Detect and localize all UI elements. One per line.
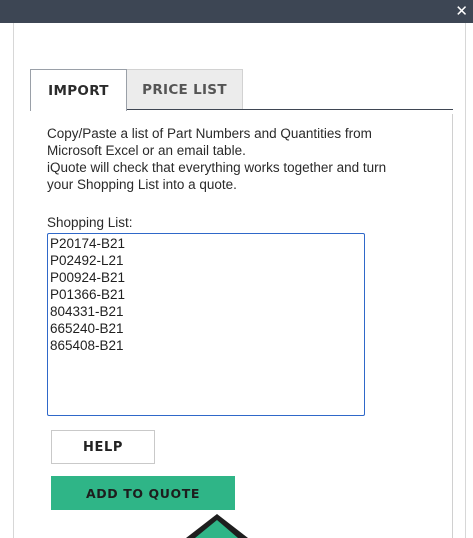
tab-import[interactable]: IMPORT <box>30 69 127 111</box>
instruction-line: your Shopping List into a quote. <box>47 177 237 192</box>
list-item: 865408-B21 <box>50 338 124 353</box>
list-item: P01366-B21 <box>50 287 126 302</box>
import-instructions: Copy/Paste a list of Part Numbers and Qu… <box>47 125 442 193</box>
help-button[interactable]: HELP <box>51 430 155 464</box>
help-button-label: HELP <box>83 439 123 455</box>
close-icon[interactable]: ✕ <box>455 2 468 20</box>
shopping-list-label: Shopping List: <box>47 215 133 230</box>
tab-label: PRICE LIST <box>142 81 227 98</box>
panel-border <box>452 114 453 538</box>
tab-price-list[interactable]: PRICE LIST <box>127 69 243 109</box>
mouse-pointer-icon <box>186 514 248 538</box>
add-to-quote-label: ADD TO QUOTE <box>86 485 200 501</box>
add-to-quote-button[interactable]: ADD TO QUOTE <box>51 476 235 510</box>
instruction-line: Copy/Paste a list of Part Numbers and Qu… <box>47 126 372 141</box>
dialog-titlebar: ✕ <box>0 0 473 23</box>
list-item: P20174-B21 <box>50 236 126 251</box>
instruction-line: iQuote will check that everything works … <box>47 160 387 175</box>
list-item: P00924-B21 <box>50 270 126 285</box>
dialog-border <box>465 23 466 538</box>
shopping-list-textarea[interactable]: P20174-B21 P02492-L21 P00924-B21 P01366-… <box>47 233 365 416</box>
instruction-line: Microsoft Excel or an email table. <box>47 143 246 158</box>
dialog-border <box>13 23 14 538</box>
list-item: 804331-B21 <box>50 304 124 319</box>
list-item: P02492-L21 <box>50 253 124 268</box>
tab-label: IMPORT <box>48 82 109 99</box>
list-item: 665240-B21 <box>50 321 124 336</box>
